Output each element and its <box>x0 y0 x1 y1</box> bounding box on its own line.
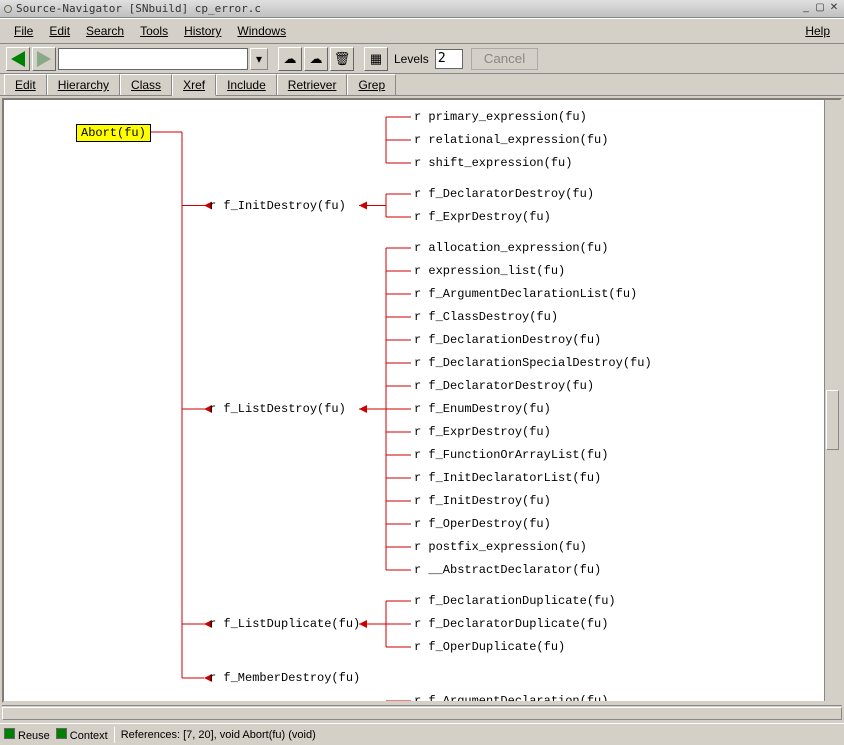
xref-branch[interactable]: r f_ListDuplicate(fu) <box>209 617 360 631</box>
minimize-button[interactable]: _ <box>800 3 812 15</box>
xref-leaf[interactable]: r f_DeclaratorDestroy(fu) <box>414 379 594 393</box>
xref-leaf[interactable]: r f_DeclarationDestroy(fu) <box>414 333 601 347</box>
xref-branch[interactable]: r f_MemberDestroy(fu) <box>209 671 360 685</box>
levels-label: Levels <box>390 52 433 66</box>
arrow-right-icon <box>37 51 51 67</box>
cloud-icon: ☁ <box>284 51 297 67</box>
xref-leaf[interactable]: r f_OperDestroy(fu) <box>414 517 551 531</box>
xref-branch[interactable]: r f_ListDestroy(fu) <box>209 402 346 416</box>
tab-include[interactable]: Include <box>216 74 277 95</box>
menubar: File Edit Search Tools History Windows H… <box>0 18 844 44</box>
menu-file[interactable]: File <box>6 22 41 40</box>
xref-leaf[interactable]: r relational_expression(fu) <box>414 133 608 147</box>
xref-branch[interactable]: r f_InitDestroy(fu) <box>209 199 346 213</box>
xref-canvas[interactable]: Abort(fu) r primary_expression(fu)r relat… <box>4 100 824 701</box>
cancel-button[interactable]: Cancel <box>471 48 539 70</box>
xref-view: Abort(fu) r primary_expression(fu)r relat… <box>2 98 842 703</box>
xref-leaf[interactable]: r f_EnumDestroy(fu) <box>414 402 551 416</box>
xref-leaf[interactable]: r allocation_expression(fu) <box>414 241 608 255</box>
vertical-scrollbar[interactable] <box>824 100 840 701</box>
xref-leaf[interactable]: r f_ExprDestroy(fu) <box>414 425 551 439</box>
menu-windows[interactable]: Windows <box>229 22 294 40</box>
xref-root[interactable]: Abort(fu) <box>76 124 151 142</box>
tab-edit[interactable]: Edit <box>4 74 47 95</box>
menu-edit[interactable]: Edit <box>41 22 78 40</box>
nav-forward-button[interactable] <box>32 47 56 71</box>
arrow-left-icon <box>11 51 25 67</box>
xref-leaf[interactable]: r primary_expression(fu) <box>414 110 587 124</box>
scrollbar-thumb[interactable] <box>826 390 839 450</box>
scrollbar-thumb[interactable] <box>2 707 842 720</box>
separator <box>114 727 115 743</box>
symbol-input[interactable] <box>58 48 248 70</box>
xref-leaf[interactable]: r __AbstractDeclarator(fu) <box>414 563 601 577</box>
window-controls: _ ▢ ✕ <box>800 3 840 15</box>
titlebar: Source-Navigator [SNbuild] cp_error.c _ … <box>0 0 844 18</box>
menu-tools[interactable]: Tools <box>132 22 176 40</box>
xref-leaf[interactable]: r f_ArgumentDeclaration(fu) <box>414 694 608 701</box>
trash-icon <box>334 51 351 67</box>
tab-class[interactable]: Class <box>120 74 172 95</box>
tab-xref[interactable]: Xref <box>172 74 216 96</box>
levels-input[interactable] <box>435 49 463 69</box>
nav-back-button[interactable] <box>6 47 30 71</box>
refers-to-button[interactable]: ☁ <box>278 47 302 71</box>
xref-leaf[interactable]: r shift_expression(fu) <box>414 156 572 170</box>
checkbox-icon <box>4 728 15 739</box>
xref-leaf[interactable]: r f_ClassDestroy(fu) <box>414 310 558 324</box>
cloud-icon: ☁ <box>310 51 323 67</box>
tab-hierarchy[interactable]: Hierarchy <box>47 74 120 95</box>
toolbar: ▾ ☁ ☁ ▦ Levels Cancel <box>0 44 844 74</box>
xref-leaf[interactable]: r f_InitDeclaratorList(fu) <box>414 471 601 485</box>
window-title: Source-Navigator [SNbuild] cp_error.c <box>16 2 800 15</box>
delete-button[interactable] <box>330 47 354 71</box>
context-toggle[interactable]: Context <box>56 728 108 742</box>
xref-leaf[interactable]: r f_DeclaratorDestroy(fu) <box>414 187 594 201</box>
symbol-dropdown[interactable]: ▾ <box>250 48 268 70</box>
xref-leaf[interactable]: r f_FunctionOrArrayList(fu) <box>414 448 608 462</box>
xref-leaf[interactable]: r f_ArgumentDeclarationList(fu) <box>414 287 637 301</box>
tabbar: Edit Hierarchy Class Xref Include Retrie… <box>0 74 844 96</box>
referred-by-button[interactable]: ☁ <box>304 47 328 71</box>
horizontal-scrollbar[interactable] <box>2 705 842 721</box>
xref-leaf[interactable]: r f_DeclarationDuplicate(fu) <box>414 594 616 608</box>
xref-leaf[interactable]: r f_DeclarationSpecialDestroy(fu) <box>414 356 652 370</box>
maximize-button[interactable]: ▢ <box>814 3 826 15</box>
menu-history[interactable]: History <box>176 22 229 40</box>
close-button[interactable]: ✕ <box>828 3 840 15</box>
xref-leaf[interactable]: r f_OperDuplicate(fu) <box>414 640 565 654</box>
status-references: References: [7, 20], void Abort(fu) (voi… <box>121 729 316 741</box>
tab-retriever[interactable]: Retriever <box>277 74 348 95</box>
menu-search[interactable]: Search <box>78 22 132 40</box>
checkbox-icon <box>56 728 67 739</box>
tab-grep[interactable]: Grep <box>347 74 396 95</box>
reuse-toggle[interactable]: Reuse <box>4 728 50 742</box>
xref-leaf[interactable]: r f_ExprDestroy(fu) <box>414 210 551 224</box>
chevron-down-icon: ▾ <box>256 52 262 66</box>
xref-leaf[interactable]: r postfix_expression(fu) <box>414 540 587 554</box>
statusbar: Reuse Context References: [7, 20], void … <box>0 723 844 745</box>
xref-leaf[interactable]: r f_InitDestroy(fu) <box>414 494 551 508</box>
menu-help[interactable]: Help <box>797 22 838 40</box>
grid-icon: ▦ <box>370 51 382 67</box>
titlebar-app-icon <box>4 5 12 13</box>
xref-leaf[interactable]: r f_DeclaratorDuplicate(fu) <box>414 617 608 631</box>
xref-leaf[interactable]: r expression_list(fu) <box>414 264 565 278</box>
filter-button[interactable]: ▦ <box>364 47 388 71</box>
